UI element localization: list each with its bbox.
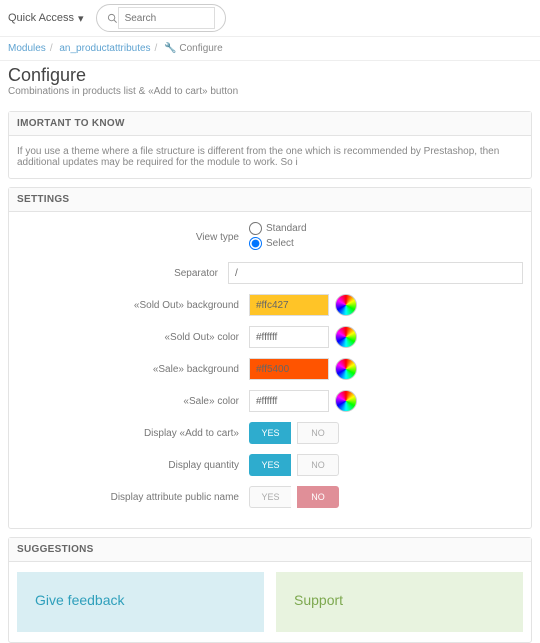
caret-down-icon: ▾ xyxy=(78,12,84,25)
quick-access-label: Quick Access xyxy=(8,12,74,24)
label-sale-bg: «Sale» background xyxy=(17,364,249,375)
panel-important-body: If you use a theme where a file structur… xyxy=(9,136,531,178)
panel-important-head: IMORTANT TO KNOW xyxy=(9,112,531,136)
quick-access-menu[interactable]: Quick Access ▾ xyxy=(8,12,84,25)
label-separator: Separator xyxy=(17,268,228,279)
toggle-no[interactable]: NO xyxy=(297,454,339,476)
wrench-icon: 🔧 xyxy=(164,43,176,54)
toggle-display-add[interactable]: YES NO xyxy=(249,422,339,444)
page-subtitle: Combinations in products list & «Add to … xyxy=(0,86,540,103)
label-soldout-color: «Sold Out» color xyxy=(17,332,249,343)
search-icon xyxy=(107,13,118,24)
color-picker-icon[interactable] xyxy=(335,390,357,412)
soldout-color-input[interactable] xyxy=(249,326,329,348)
soldout-bg-input[interactable] xyxy=(249,294,329,316)
label-soldout-bg: «Sold Out» background xyxy=(17,300,249,311)
panel-suggestions: SUGGESTIONS Give feedback Support xyxy=(8,537,532,643)
color-picker-icon[interactable] xyxy=(335,358,357,380)
panel-settings: SETTINGS View type Standard Select Separ… xyxy=(8,187,532,529)
breadcrumb: Modules/ an_productattributes/ 🔧 Configu… xyxy=(0,37,540,61)
search-field-wrap[interactable] xyxy=(96,4,226,32)
sale-color-input[interactable] xyxy=(249,390,329,412)
crumb-module-name[interactable]: an_productattributes xyxy=(59,43,150,54)
label-sale-color: «Sale» color xyxy=(17,396,249,407)
crumb-configure: Configure xyxy=(179,43,222,54)
color-picker-icon[interactable] xyxy=(335,326,357,348)
radio-select[interactable]: Select xyxy=(249,237,307,250)
support-card[interactable]: Support xyxy=(276,572,523,632)
separator-input[interactable] xyxy=(228,262,523,284)
toggle-no[interactable]: NO xyxy=(297,422,339,444)
toggle-yes[interactable]: YES xyxy=(249,486,291,508)
page-title: Configure xyxy=(0,61,540,86)
label-display-attr: Display attribute public name xyxy=(17,492,249,503)
toggle-yes[interactable]: YES xyxy=(249,422,291,444)
label-view-type: View type xyxy=(17,232,249,243)
color-picker-icon[interactable] xyxy=(335,294,357,316)
panel-important: IMORTANT TO KNOW If you use a theme wher… xyxy=(8,111,532,179)
radio-standard[interactable]: Standard xyxy=(249,222,307,235)
give-feedback-card[interactable]: Give feedback xyxy=(17,572,264,632)
panel-suggestions-head: SUGGESTIONS xyxy=(9,538,531,562)
sale-bg-input[interactable] xyxy=(249,358,329,380)
toggle-display-attr[interactable]: YES NO xyxy=(249,486,339,508)
search-input[interactable] xyxy=(118,7,215,29)
label-display-qty: Display quantity xyxy=(17,460,249,471)
crumb-modules[interactable]: Modules xyxy=(8,43,46,54)
toggle-no[interactable]: NO xyxy=(297,486,339,508)
toggle-display-qty[interactable]: YES NO xyxy=(249,454,339,476)
panel-settings-head: SETTINGS xyxy=(9,188,531,212)
toggle-yes[interactable]: YES xyxy=(249,454,291,476)
label-display-add: Display «Add to cart» xyxy=(17,428,249,439)
